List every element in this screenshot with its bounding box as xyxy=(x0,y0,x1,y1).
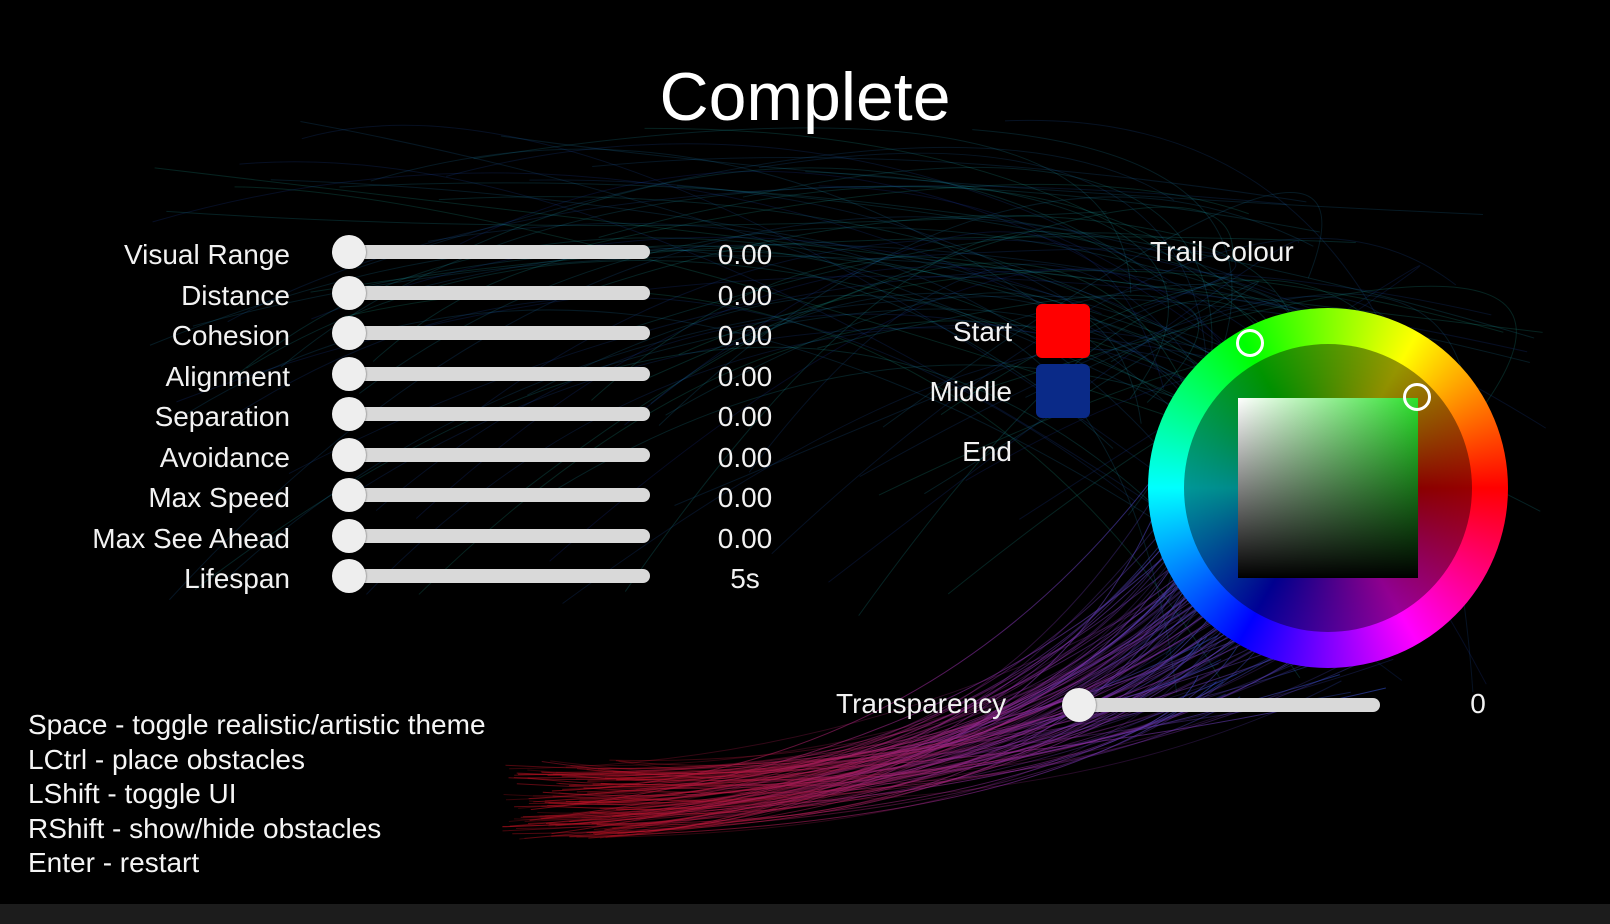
parameter-slider[interactable] xyxy=(332,557,650,595)
transparency-slider[interactable] xyxy=(1062,686,1380,724)
parameter-label: Cohesion xyxy=(171,320,290,351)
parameter-slider[interactable] xyxy=(332,274,650,312)
parameter-label: Distance xyxy=(181,279,290,311)
parameter-slider-track[interactable] xyxy=(340,326,650,340)
parameter-slider-thumb[interactable] xyxy=(332,235,366,269)
start-colour-label: Start xyxy=(952,316,1012,347)
parameter-slider-track[interactable] xyxy=(340,407,650,421)
parameter-label: Lifespan xyxy=(184,563,290,594)
parameter-value: 0.00 xyxy=(717,522,773,554)
saturation-value-square[interactable] xyxy=(1238,398,1418,578)
middle-colour-swatch[interactable] xyxy=(1036,364,1090,418)
keyboard-hints: Space - toggle realistic/artistic theme … xyxy=(28,708,486,881)
parameter-row: Cohesion 0.00 xyxy=(0,314,800,354)
parameter-slider[interactable] xyxy=(332,314,650,352)
parameter-slider-thumb[interactable] xyxy=(332,559,366,593)
hint-lctrl: LCtrl - place obstacles xyxy=(28,743,306,775)
parameter-slider[interactable] xyxy=(332,517,650,555)
page-title: Complete xyxy=(659,59,951,135)
parameter-value: 0.00 xyxy=(717,239,773,270)
parameter-label: Visual Range xyxy=(123,239,290,270)
parameter-slider-thumb[interactable] xyxy=(332,397,366,431)
parameter-row: Separation 0.00 xyxy=(0,395,800,435)
hint-enter: Enter - restart xyxy=(28,847,200,878)
parameter-slider[interactable] xyxy=(332,395,650,433)
parameter-slider-thumb[interactable] xyxy=(332,275,366,310)
parameter-slider-track[interactable] xyxy=(340,245,650,259)
parameter-slider-track[interactable] xyxy=(340,488,650,502)
parameter-label: Max See Ahead xyxy=(92,522,290,554)
parameter-slider-thumb[interactable] xyxy=(332,518,366,553)
parameter-row: Visual Range 0.00 xyxy=(0,233,800,273)
transparency-label: Transparency xyxy=(836,688,1007,719)
trail-line xyxy=(592,157,1307,203)
parameter-value: 0.00 xyxy=(717,401,773,432)
parameter-slider-track[interactable] xyxy=(340,447,650,462)
parameter-slider[interactable] xyxy=(332,476,650,514)
trail-colour-heading: Trail Colour xyxy=(1150,236,1294,267)
hint-lshift: LShift - toggle UI xyxy=(28,778,237,809)
parameter-row: Avoidance 0.00 xyxy=(0,436,800,476)
parameter-slider-thumb[interactable] xyxy=(332,478,366,512)
hint-rshift: RShift - show/hide obstacles xyxy=(28,812,382,844)
hint-space: Space - toggle realistic/artistic theme xyxy=(28,709,486,740)
end-colour-label: End xyxy=(962,436,1012,467)
parameter-row: Distance 0.00 xyxy=(0,274,800,314)
parameter-value: 0.00 xyxy=(717,320,773,351)
parameter-slider-thumb[interactable] xyxy=(332,316,366,350)
parameter-value: 0.00 xyxy=(717,441,773,473)
parameter-slider-track[interactable] xyxy=(340,569,650,583)
parameter-slider-track[interactable] xyxy=(340,528,650,543)
transparency-slider-thumb[interactable] xyxy=(1062,688,1096,722)
colour-wheel-picker[interactable] xyxy=(1148,308,1508,668)
parameter-row: Alignment 0.00 xyxy=(0,355,800,395)
parameter-slider[interactable] xyxy=(332,355,650,393)
simulation-canvas[interactable]: Complete Visual Range 0.00 Distance 0.00 Coh… xyxy=(0,0,1610,924)
parameter-row: Max See Ahead 0.00 xyxy=(0,517,800,557)
parameter-label: Max Speed xyxy=(148,482,290,513)
parameter-slider-track[interactable] xyxy=(340,285,650,300)
parameter-label: Separation xyxy=(154,401,290,432)
window-bottom-bar xyxy=(0,904,1610,924)
parameter-slider-thumb[interactable] xyxy=(332,437,366,472)
parameter-label: Alignment xyxy=(165,360,290,392)
parameter-row: Lifespan 5s xyxy=(0,557,800,597)
parameter-slider[interactable] xyxy=(332,233,650,271)
parameter-label: Avoidance xyxy=(159,441,290,473)
parameter-value: 0.00 xyxy=(717,482,773,513)
parameter-row: Max Speed 0.00 xyxy=(0,476,800,516)
middle-colour-label: Middle xyxy=(929,376,1012,407)
start-colour-swatch[interactable] xyxy=(1036,304,1090,358)
parameter-slider-track[interactable] xyxy=(340,366,650,381)
hue-handle[interactable] xyxy=(1236,329,1264,357)
transparency-value: 0 xyxy=(1470,688,1486,719)
parameter-value: 0.00 xyxy=(717,360,773,392)
parameter-value: 0.00 xyxy=(717,279,773,311)
parameter-value: 5s xyxy=(730,563,760,594)
parameter-slider-thumb[interactable] xyxy=(332,356,366,391)
parameter-slider[interactable] xyxy=(332,436,650,474)
saturation-value-handle[interactable] xyxy=(1403,383,1431,411)
transparency-slider-track[interactable] xyxy=(1070,698,1380,712)
